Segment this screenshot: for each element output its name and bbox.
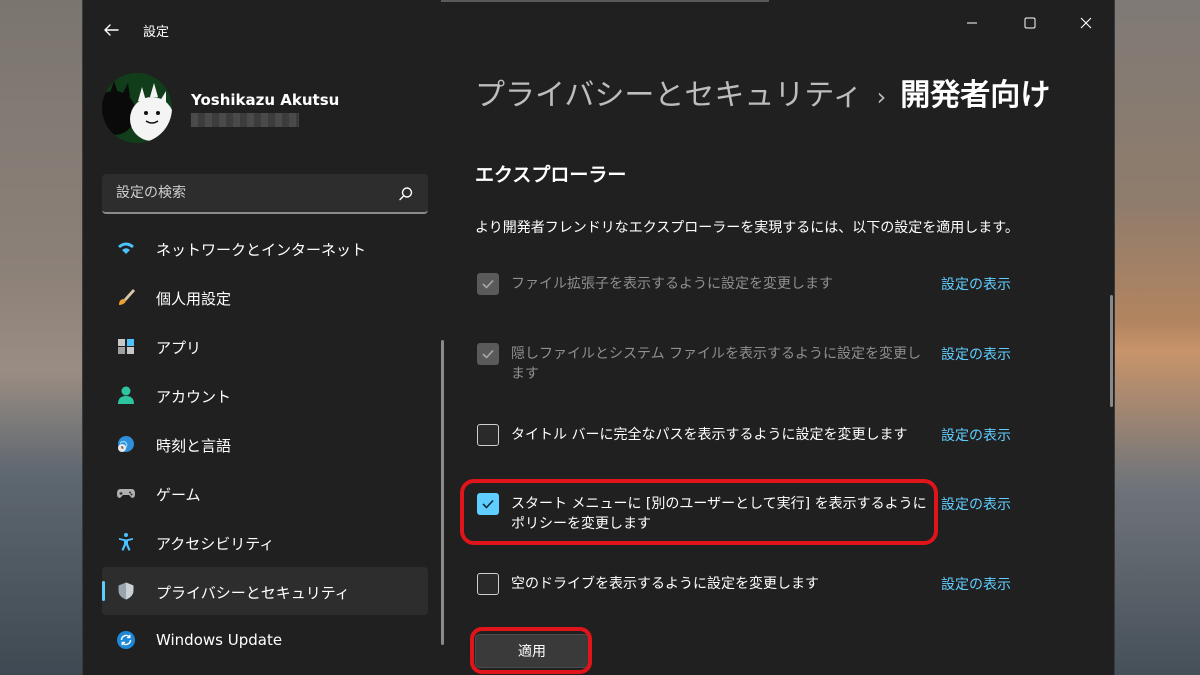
desktop-wallpaper-right — [1115, 0, 1200, 675]
app-title: 設定 — [143, 25, 170, 40]
breadcrumb-separator: › — [876, 83, 887, 111]
content-scrollbar[interactable] — [1110, 295, 1113, 407]
account-icon — [118, 386, 134, 404]
sidebar-item-accessibility[interactable]: アクセシビリティ — [102, 518, 428, 566]
show-settings-link[interactable]: 設定の表示 — [941, 274, 1011, 294]
search-input[interactable] — [102, 174, 382, 212]
sidebar-item-time-language[interactable]: 時刻と言語 — [102, 420, 428, 468]
sidebar-item-label: アクセシビリティ — [156, 535, 275, 553]
sidebar-item-label: ゲーム — [156, 486, 201, 504]
desktop-wallpaper-left — [0, 0, 82, 675]
sidebar-item-network[interactable]: ネットワークとインターネット — [102, 224, 428, 272]
minimize-icon — [967, 22, 977, 24]
section-title: エクスプローラー — [475, 164, 627, 186]
sidebar-item-label: アプリ — [156, 339, 202, 357]
globe-clock-icon — [118, 436, 134, 452]
section-description: より開発者フレンドリなエクスプローラーを実現するには、以下の設定を適用します。 — [475, 220, 1019, 236]
close-button[interactable] — [1075, 12, 1097, 34]
sidebar-item-privacy-security[interactable]: プライバシーとセキュリティ — [102, 567, 428, 615]
checkbox-hidden-files[interactable] — [477, 343, 499, 365]
sidebar-item-windows-update[interactable]: Windows Update — [102, 616, 428, 664]
breadcrumb-parent[interactable]: プライバシーとセキュリティ — [475, 78, 863, 113]
sidebar-item-apps[interactable]: アプリ — [102, 322, 428, 370]
sidebar-item-personalization[interactable]: 個人用設定 — [102, 273, 428, 321]
annotation-highlight-apply — [470, 627, 592, 674]
checkmark-icon — [482, 279, 494, 289]
apps-icon — [118, 339, 134, 354]
breadcrumb: プライバシーとセキュリティ › 開発者向け — [475, 70, 1050, 114]
maximize-icon — [1024, 17, 1036, 29]
show-settings-link[interactable]: 設定の表示 — [941, 425, 1011, 445]
sidebar-item-label: アカウント — [156, 388, 232, 406]
checkbox-empty-drives[interactable] — [477, 573, 499, 595]
maximize-button[interactable] — [1019, 12, 1041, 34]
wifi-icon — [118, 242, 134, 254]
sidebar-item-gaming[interactable]: ゲーム — [102, 469, 428, 517]
avatar-image — [102, 73, 172, 143]
checkbox-file-extensions[interactable] — [477, 273, 499, 295]
settings-window: 設定 Yoshikazu Akutsu 設定の検索 ネットワークとインターネット… — [82, 0, 1115, 675]
settings-search-box[interactable] — [102, 174, 428, 214]
setting-label: ファイル拡張子を表示するように設定を変更します — [511, 276, 833, 292]
avatar — [102, 73, 172, 143]
shield-icon — [118, 582, 134, 600]
user-name: Yoshikazu Akutsu — [191, 91, 340, 109]
annotation-highlight-setting — [460, 479, 938, 545]
search-icon[interactable] — [397, 185, 415, 203]
brush-icon — [119, 289, 135, 305]
arrow-left-icon — [104, 24, 119, 36]
user-email-redacted — [191, 113, 299, 127]
sidebar-item-label: プライバシーとセキュリティ — [156, 584, 350, 602]
accessibility-icon — [119, 533, 133, 551]
setting-label: 空のドライブを表示するように設定を変更します — [511, 576, 819, 592]
close-icon — [1080, 17, 1092, 29]
checkmark-icon — [482, 349, 494, 359]
checkbox-full-path[interactable] — [477, 424, 499, 446]
title-bar: 設定 — [83, 0, 1114, 56]
sidebar-item-label: ネットワークとインターネット — [156, 241, 367, 259]
sidebar-scrollbar[interactable] — [441, 340, 444, 645]
show-settings-link[interactable]: 設定の表示 — [941, 494, 1011, 514]
setting-label: タイトル バーに完全なパスを表示するように設定を変更します — [511, 427, 908, 443]
gamepad-icon — [117, 489, 135, 498]
page-title: 開発者向け — [900, 78, 1051, 113]
minimize-button[interactable] — [961, 12, 983, 34]
sidebar-nav: ネットワークとインターネット 個人用設定 アプリ アカウント 時刻と言語 ゲーム… — [102, 224, 428, 665]
sidebar-item-label: 時刻と言語 — [156, 437, 232, 455]
sidebar-item-accounts[interactable]: アカウント — [102, 371, 428, 419]
sidebar-item-label: Windows Update — [156, 631, 283, 649]
sidebar-item-label: 個人用設定 — [156, 290, 232, 308]
update-icon — [117, 631, 135, 649]
show-settings-link[interactable]: 設定の表示 — [941, 574, 1011, 594]
show-settings-link[interactable]: 設定の表示 — [941, 344, 1011, 364]
back-button[interactable] — [101, 20, 121, 40]
setting-label: 隠しファイルとシステム ファイルを表示するように設定を変更します — [511, 346, 922, 382]
